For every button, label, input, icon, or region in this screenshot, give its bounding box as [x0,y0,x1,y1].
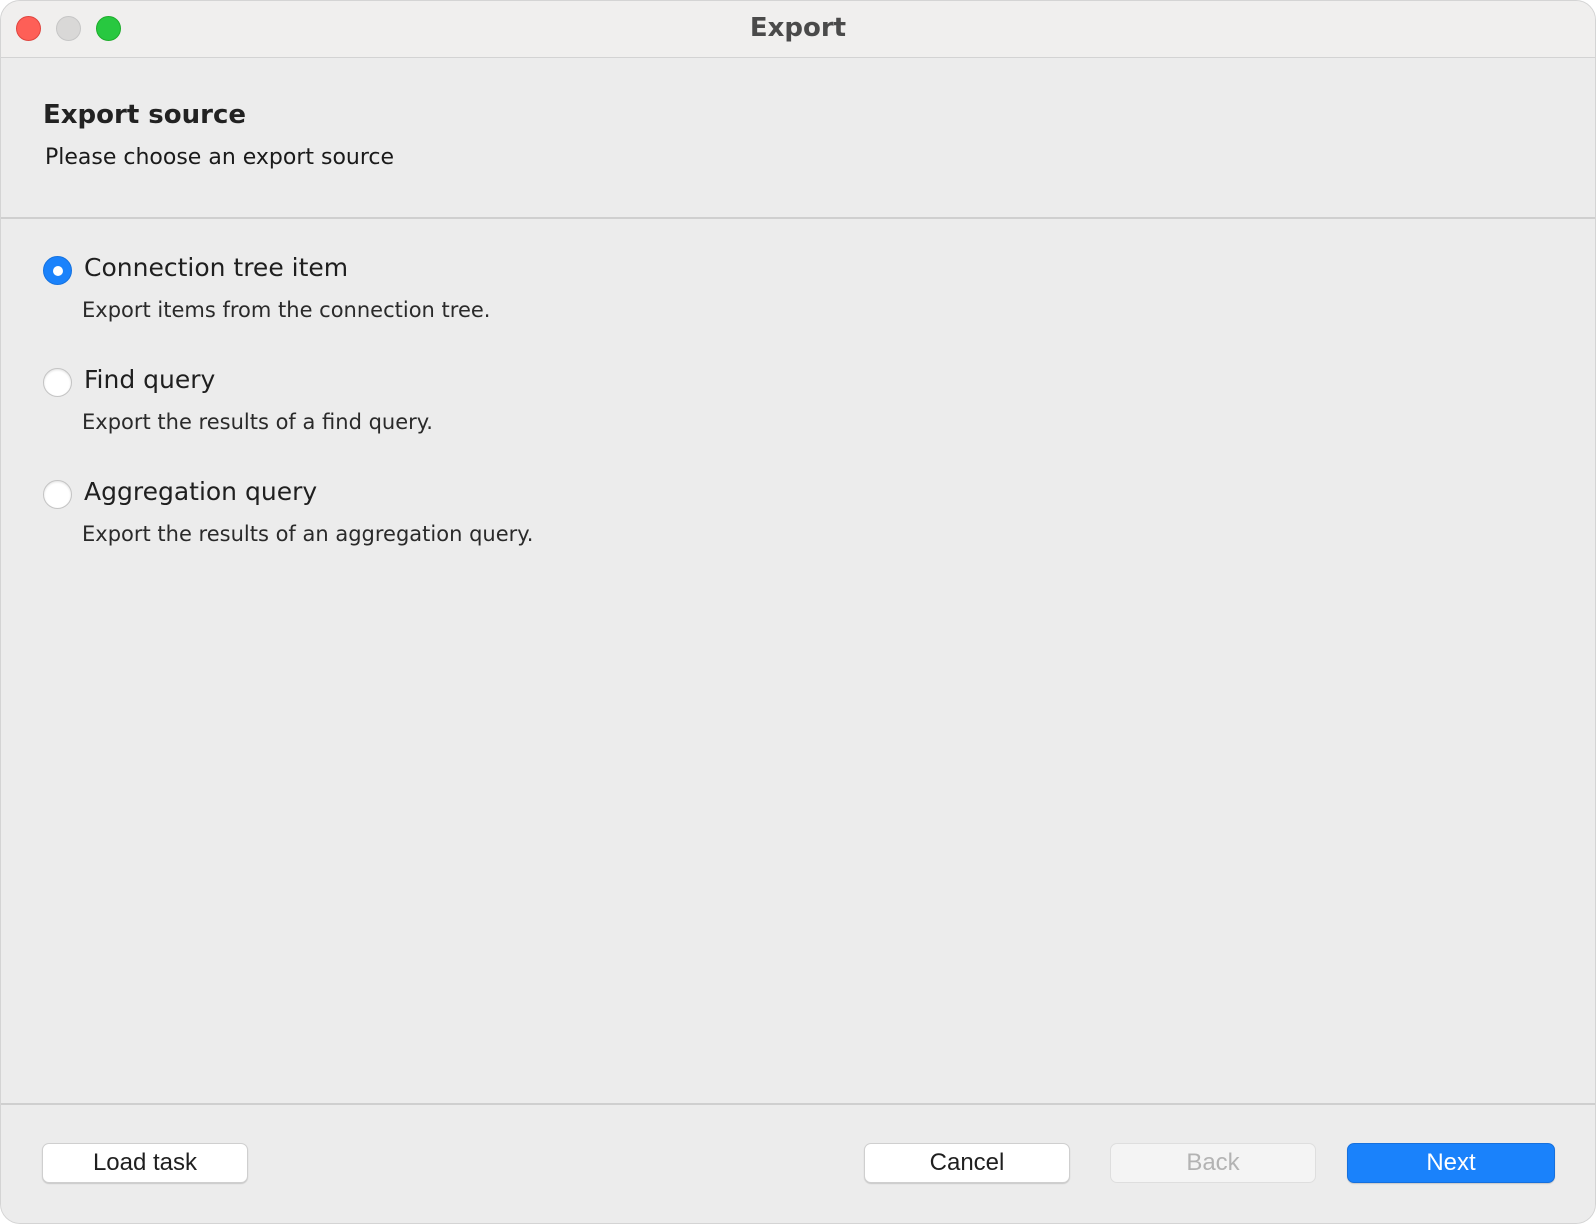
option-label[interactable]: Find query [84,365,215,394]
option-description: Export items from the connection tree. [82,298,491,322]
cancel-button[interactable]: Cancel [864,1143,1070,1183]
radio-connection-tree-item[interactable] [43,256,72,285]
option-description: Export the results of a find query. [82,410,433,434]
next-button[interactable]: Next [1347,1143,1555,1183]
back-button: Back [1110,1143,1316,1183]
radio-aggregation-query[interactable] [43,480,72,509]
wizard-header: Export source Please choose an export so… [1,58,1595,219]
option-find-query[interactable]: Find query Export the results of a find … [43,365,743,468]
radio-find-query[interactable] [43,368,72,397]
option-connection-tree-item[interactable]: Connection tree item Export items from t… [43,253,743,356]
page-subtitle: Please choose an export source [45,145,395,170]
option-label[interactable]: Aggregation query [84,477,317,506]
page-title: Export source [43,100,247,130]
window-title: Export [749,13,847,43]
option-description: Export the results of an aggregation que… [82,522,534,546]
export-dialog: Export Export source Please choose an ex… [0,0,1596,1224]
option-aggregation-query[interactable]: Aggregation query Export the results of … [43,477,743,580]
option-label[interactable]: Connection tree item [84,253,348,282]
title-bar: Export [1,1,1595,58]
load-task-button[interactable]: Load task [42,1143,248,1183]
wizard-footer: Load task Cancel Back Next [1,1103,1595,1223]
